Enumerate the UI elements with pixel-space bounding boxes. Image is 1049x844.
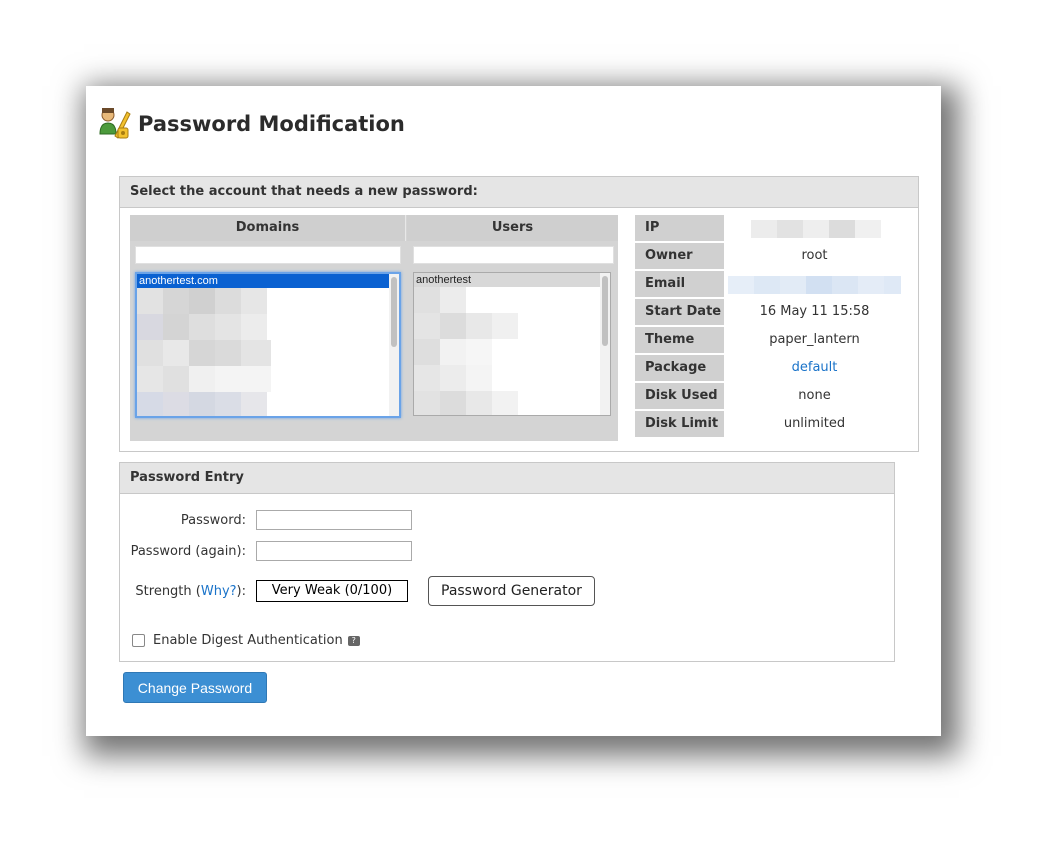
package-link[interactable]: default bbox=[792, 360, 838, 375]
info-value-email bbox=[724, 271, 905, 299]
digest-auth-checkbox[interactable] bbox=[132, 634, 145, 647]
user-key-icon bbox=[98, 106, 132, 142]
account-lists: Domains Users anothertest.com anothertes… bbox=[130, 215, 618, 441]
info-value-disk-limit: unlimited bbox=[783, 416, 846, 431]
info-value-package: default bbox=[724, 355, 905, 383]
info-value-ip bbox=[724, 215, 905, 243]
info-label: Owner bbox=[635, 243, 724, 271]
main-window: Password Modification Select the account… bbox=[86, 86, 941, 736]
password-generator-button[interactable]: Password Generator bbox=[428, 576, 595, 606]
strength-row: Strength (Why?): Very Weak (0/100) Passw… bbox=[120, 576, 595, 606]
password-input[interactable] bbox=[256, 510, 412, 530]
info-label: Disk Limit bbox=[635, 411, 724, 439]
users-scrollbar[interactable] bbox=[600, 273, 610, 415]
change-password-button[interactable]: Change Password bbox=[123, 672, 267, 703]
password-again-input[interactable] bbox=[256, 541, 412, 561]
info-row-theme: Theme paper_lantern bbox=[635, 327, 905, 355]
password-label: Password: bbox=[180, 512, 246, 528]
domains-header: Domains bbox=[130, 215, 406, 241]
info-row-owner: Owner root bbox=[635, 243, 905, 271]
info-row-package: Package default bbox=[635, 355, 905, 383]
account-info-table: IP Owner root Email Start Date 16 May 11… bbox=[635, 215, 905, 439]
info-row-email: Email bbox=[635, 271, 905, 299]
info-value-start-date: 16 May 11 15:58 bbox=[759, 304, 870, 319]
info-label: Disk Used bbox=[635, 383, 724, 411]
info-value-disk-used: none bbox=[798, 388, 831, 403]
info-row-disk-limit: Disk Limit unlimited bbox=[635, 411, 905, 439]
info-row-ip: IP bbox=[635, 215, 905, 243]
page-title: Password Modification bbox=[138, 112, 405, 136]
redacted-email bbox=[728, 276, 901, 294]
users-listbox[interactable]: anothertest bbox=[413, 272, 611, 416]
info-row-disk-used: Disk Used none bbox=[635, 383, 905, 411]
info-row-start-date: Start Date 16 May 11 15:58 bbox=[635, 299, 905, 327]
account-select-panel: Select the account that needs a new pass… bbox=[119, 176, 919, 452]
page-header: Password Modification bbox=[98, 104, 405, 144]
users-scroll-thumb[interactable] bbox=[602, 276, 608, 346]
domain-option[interactable]: anothertest.com bbox=[137, 274, 399, 288]
domains-scroll-thumb[interactable] bbox=[391, 277, 397, 347]
password-again-label: Password (again): bbox=[130, 543, 246, 559]
password-entry-panel: Password Entry Password: Password (again… bbox=[119, 462, 895, 662]
digest-auth-label: Enable Digest Authentication bbox=[153, 633, 343, 648]
users-filter-input[interactable] bbox=[413, 246, 614, 264]
digest-row: Enable Digest Authentication ? bbox=[132, 633, 360, 648]
strength-label: Strength (Why?): bbox=[135, 583, 246, 599]
info-value-owner: root bbox=[801, 248, 828, 263]
info-label: Email bbox=[635, 271, 724, 299]
info-value-theme: paper_lantern bbox=[769, 332, 860, 347]
help-tag-icon[interactable]: ? bbox=[347, 635, 360, 646]
domains-filter-input[interactable] bbox=[135, 246, 401, 264]
users-header: Users bbox=[407, 215, 618, 241]
redacted-ip bbox=[751, 220, 881, 238]
domains-listbox[interactable]: anothertest.com bbox=[135, 272, 401, 418]
password-entry-heading: Password Entry bbox=[120, 463, 894, 494]
info-label: IP bbox=[635, 215, 724, 243]
password-again-row: Password (again): bbox=[120, 541, 412, 561]
domains-scrollbar[interactable] bbox=[389, 274, 399, 416]
info-label: Start Date bbox=[635, 299, 724, 327]
password-row: Password: bbox=[120, 510, 412, 530]
info-label: Theme bbox=[635, 327, 724, 355]
info-label: Package bbox=[635, 355, 724, 383]
strength-meter: Very Weak (0/100) bbox=[256, 580, 408, 602]
account-select-heading: Select the account that needs a new pass… bbox=[120, 177, 918, 208]
why-link[interactable]: Why? bbox=[201, 584, 237, 599]
user-option[interactable]: anothertest bbox=[414, 273, 610, 287]
